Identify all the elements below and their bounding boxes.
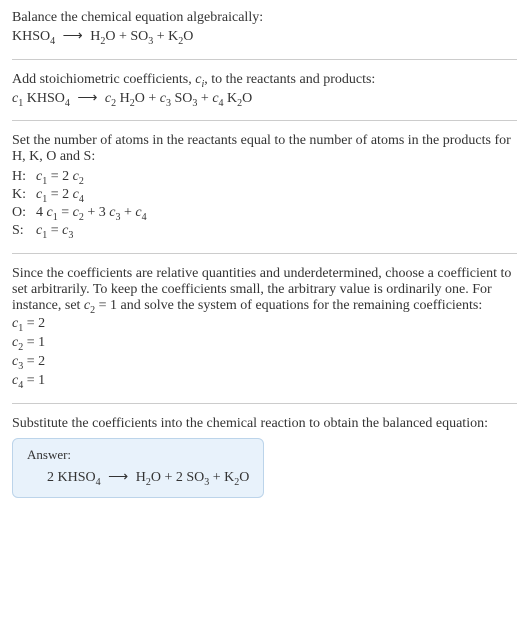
- sol-c1: c1 = 2: [12, 316, 517, 334]
- ans-k: + K: [209, 470, 234, 485]
- step1-text: Add stoichiometric coefficients, ci, to …: [12, 72, 517, 90]
- step1-k: K: [224, 91, 238, 106]
- atom-equations: H: c1 = 2 c2 K: c1 = 2 c4 O: 4 c1 = c2 +…: [12, 169, 517, 240]
- op3: + 3: [84, 205, 109, 220]
- h-eq: c1 = 2 c2: [36, 169, 84, 187]
- separator: [12, 403, 517, 404]
- ans-s4: 4: [96, 476, 101, 487]
- o-label: O:: [12, 205, 36, 223]
- intro-eq-ko: O: [183, 29, 193, 44]
- sol-c3: c3 = 2: [12, 354, 517, 372]
- seq: =: [47, 223, 62, 238]
- step1-text-a: Add stoichiometric coefficients,: [12, 72, 195, 87]
- intro-eq-h: H: [90, 29, 100, 44]
- k-label: K:: [12, 187, 36, 205]
- step1-o: O +: [135, 91, 160, 106]
- step1-lhs: KHSO: [23, 91, 65, 106]
- o4: 4: [36, 205, 47, 220]
- step1-ko: O: [242, 91, 252, 106]
- oeq: =: [58, 205, 73, 220]
- eq-row-s: S: c1 = c3: [12, 223, 517, 241]
- ans-h: H: [136, 470, 146, 485]
- arrow-icon: ⟶: [59, 28, 87, 45]
- eq-row-k: K: c1 = 2 c4: [12, 187, 517, 205]
- separator: [12, 120, 517, 121]
- step1-equation: c1 KHSO4 ⟶ c2 H2O + c3 SO3 + c4 K2O: [12, 90, 517, 109]
- arrow-icon: ⟶: [73, 90, 101, 107]
- separator: [12, 59, 517, 60]
- h-label: H:: [12, 169, 36, 187]
- step3-text-b: = 1 and solve the system of equations fo…: [95, 298, 482, 313]
- step4-text: Substitute the coefficients into the che…: [12, 416, 517, 432]
- keq: = 2: [47, 187, 72, 202]
- arrow-icon: ⟶: [104, 469, 132, 486]
- c4v: = 1: [23, 373, 45, 388]
- ks2: 4: [79, 194, 84, 205]
- sol-c4: c4 = 1: [12, 373, 517, 391]
- step1-plus: +: [197, 91, 212, 106]
- sub-4: 4: [50, 36, 55, 47]
- step2-text: Set the number of atoms in the reactants…: [12, 133, 517, 165]
- s-label: S:: [12, 223, 36, 241]
- o-eq: 4 c1 = c2 + 3 c3 + c4: [36, 205, 147, 223]
- intro-equation: KHSO4 ⟶ H2O + SO3 + K2O: [12, 28, 517, 47]
- step1-so: SO: [171, 91, 192, 106]
- intro-eq-lhs: KHSO: [12, 29, 50, 44]
- ans-o: O + 2 SO: [151, 470, 204, 485]
- answer-label: Answer:: [27, 447, 249, 463]
- heq: = 2: [47, 169, 72, 184]
- separator: [12, 253, 517, 254]
- c2v: = 1: [23, 335, 45, 350]
- intro-eq-k: + K: [153, 29, 178, 44]
- eq-row-o: O: 4 c1 = c2 + 3 c3 + c4: [12, 205, 517, 223]
- c3v: = 2: [23, 354, 45, 369]
- os4: 4: [142, 212, 147, 223]
- step1-text-b: , to the reactants and products:: [204, 72, 375, 87]
- opl: +: [120, 205, 135, 220]
- c1v: = 2: [23, 316, 45, 331]
- step3-text: Since the coefficients are relative quan…: [12, 266, 517, 316]
- sub4: 4: [65, 97, 70, 108]
- answer-box: Answer: 2 KHSO4 ⟶ H2O + 2 SO3 + K2O: [12, 438, 264, 499]
- hs2: 2: [79, 176, 84, 187]
- ss2: 3: [68, 230, 73, 241]
- eq-row-h: H: c1 = 2 c2: [12, 169, 517, 187]
- intro-eq-o-so: O + SO: [105, 29, 148, 44]
- sol-c2: c2 = 1: [12, 335, 517, 353]
- ans-ko: O: [239, 470, 249, 485]
- ans-lhs: 2 KHSO: [47, 470, 96, 485]
- s-eq: c1 = c3: [36, 223, 73, 241]
- answer-equation: 2 KHSO4 ⟶ H2O + 2 SO3 + K2O: [27, 469, 249, 488]
- intro-text: Balance the chemical equation algebraica…: [12, 10, 517, 26]
- step1-h: H: [116, 91, 130, 106]
- k-eq: c1 = 2 c4: [36, 187, 84, 205]
